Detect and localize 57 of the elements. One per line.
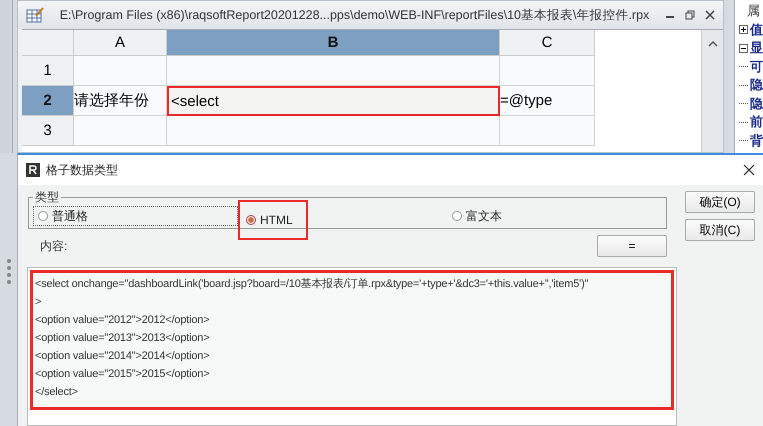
row-header[interactable]: 1 (22, 56, 74, 86)
tree-line (739, 84, 748, 86)
table-cell[interactable]: =@type (500, 86, 595, 116)
row-header[interactable]: 3 (22, 116, 74, 146)
property-label[interactable]: 可 (750, 58, 763, 76)
spreadsheet-icon (26, 7, 44, 23)
close-icon[interactable] (743, 164, 755, 176)
property-label[interactable]: 属 (739, 2, 760, 20)
property-label[interactable]: 背 (750, 132, 763, 150)
splitter-handle-icon[interactable] (6, 258, 12, 284)
table-cell[interactable] (74, 116, 167, 146)
table-cell[interactable] (74, 56, 167, 86)
tree-line (739, 122, 748, 123)
property-label[interactable]: 前 (750, 113, 763, 132)
dialog-button[interactable]: 取消(C) (685, 219, 755, 241)
row-header[interactable]: 2 (22, 86, 74, 116)
tree-toggle-icon[interactable] (739, 44, 748, 53)
scrollbar[interactable] (701, 30, 723, 152)
table-cell[interactable]: <select (167, 86, 500, 116)
window-title: E:\Program Files (x86)\raqsoftReport20201228...pps\demo\WEB-INF\reportFiles\10基本报表\年报控件.rpx (58, 6, 650, 24)
column-header[interactable]: B (167, 30, 500, 56)
column-header[interactable]: C (500, 30, 595, 56)
scroll-up-icon[interactable] (708, 40, 718, 48)
code-line: <option value="2014">2014</option> (35, 349, 210, 364)
column-header[interactable]: A (74, 30, 167, 56)
tree-line (739, 103, 748, 104)
insert-button[interactable]: = (597, 235, 667, 257)
property-label[interactable]: 隐 (750, 76, 763, 94)
content-editor[interactable] (27, 267, 677, 426)
code-line: </select> (35, 385, 79, 400)
dialog-title: 格子数据类型 (46, 162, 119, 178)
code-line: <option value="2013">2013</option> (35, 331, 210, 346)
radio-option[interactable]: HTML (238, 200, 308, 240)
code-line: <option value="2015">2015</option> (35, 367, 210, 382)
table-cell[interactable] (500, 56, 595, 86)
tree-line (739, 66, 748, 68)
code-line: > (35, 295, 42, 310)
table-cell[interactable] (167, 116, 500, 146)
dialog-button[interactable]: 确定(O) (685, 191, 755, 213)
content-label: 内容: (40, 238, 68, 254)
property-label[interactable]: 隐 (750, 94, 763, 113)
property-label[interactable]: 值 (750, 20, 763, 39)
group-label: 类型 (34, 189, 60, 206)
code-line: <option value="2012">2012</option> (35, 313, 210, 328)
table-cell[interactable]: 请选择年份 (74, 86, 167, 116)
code-line: <select onchange="dashboardLink('board.jsp?board=/10基本报表/订单.rpx&type='+type+'&dc3='+this.value+'','item5')" (35, 277, 590, 292)
radio-option[interactable]: 普通格 (33, 206, 238, 226)
table-cell[interactable] (167, 56, 500, 86)
property-label[interactable]: 显 (750, 39, 763, 58)
table-cell[interactable] (500, 116, 595, 146)
radio-option[interactable]: 富文本 (448, 206, 506, 226)
tree-toggle-icon[interactable] (739, 25, 748, 34)
close-icon[interactable] (705, 10, 715, 20)
app-icon (26, 163, 40, 177)
corner-cell (22, 30, 74, 56)
restore-icon[interactable] (685, 10, 695, 20)
tree-line (739, 140, 748, 142)
